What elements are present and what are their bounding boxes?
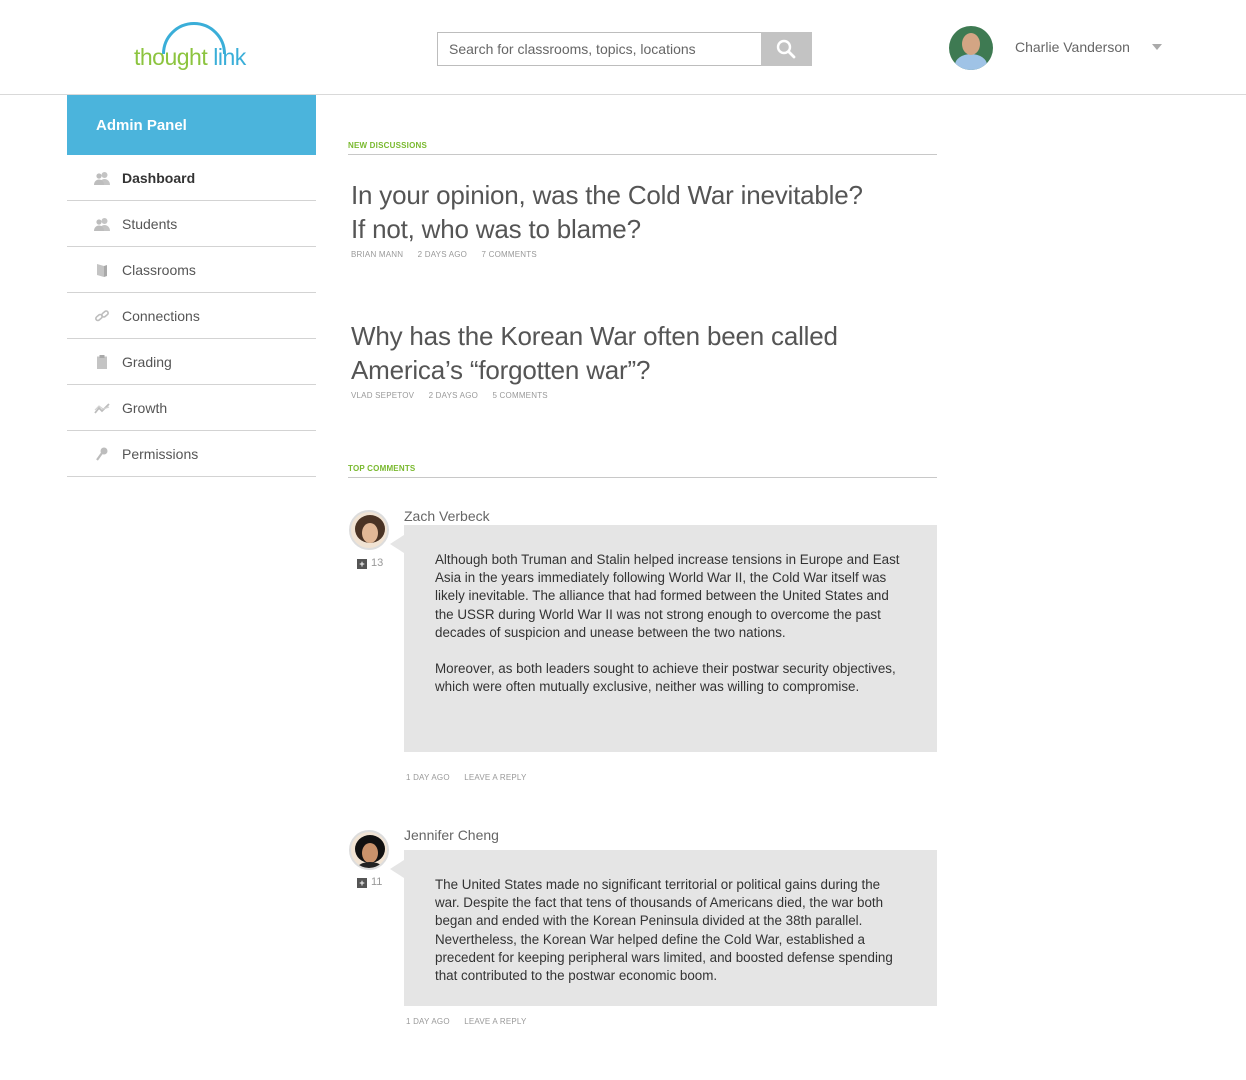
discussion-title[interactable]: In your opinion, was the Cold War inevit… — [351, 178, 931, 246]
search-button[interactable] — [761, 32, 812, 66]
comment-time: 1 DAY AGO — [406, 773, 450, 782]
users-icon — [94, 217, 110, 231]
discussion-meta: VLAD SEPETOV 2 DAYS AGO 5 COMMENTS — [351, 391, 931, 400]
top-header: thoughtlink Charlie Vanderson — [0, 0, 1246, 95]
chevron-down-icon[interactable] — [1152, 44, 1162, 50]
logo-part2: link — [213, 44, 246, 70]
comment-meta: 1 DAY AGO LEAVE A REPLY — [406, 1017, 539, 1026]
leave-reply-link[interactable]: LEAVE A REPLY — [464, 773, 526, 782]
comment-paragraph: The United States made no significant te… — [435, 877, 893, 984]
sidebar-item-label: Connections — [122, 307, 200, 324]
avatar[interactable] — [349, 510, 389, 550]
sidebar-item-connections[interactable]: Connections — [67, 293, 316, 339]
discussion-author[interactable]: VLAD SEPETOV — [351, 391, 414, 400]
sidebar-item-label: Classrooms — [122, 261, 196, 278]
chart-line-icon — [94, 402, 110, 414]
upvote-icon[interactable]: + — [357, 559, 367, 569]
clipboard-icon — [97, 354, 107, 369]
book-icon — [97, 263, 107, 277]
discussion-title[interactable]: Why has the Korean War often been called… — [351, 319, 931, 387]
logo-wordmark: thought link — [134, 44, 246, 71]
search-icon — [776, 39, 796, 59]
comment-body: Although both Truman and Stalin helped i… — [390, 525, 937, 752]
comment-author[interactable]: Zach Verbeck — [404, 508, 490, 524]
sidebar-item-label: Growth — [122, 399, 168, 416]
users-icon — [94, 171, 110, 185]
key-icon — [96, 447, 108, 461]
avatar-face — [962, 33, 980, 55]
avatar[interactable] — [349, 830, 389, 870]
search-bar — [437, 32, 812, 66]
sidebar-title: Admin Panel — [67, 95, 316, 155]
discussion-title-line: Why has the Korean War often been called — [351, 321, 838, 351]
sidebar-item-students[interactable]: Students — [67, 201, 316, 247]
upvote-icon[interactable]: + — [357, 878, 367, 888]
discussion-comment-count[interactable]: 7 COMMENTS — [482, 250, 537, 259]
sidebar-item-label: Permissions — [122, 445, 199, 462]
discussion-time: 2 DAYS AGO — [417, 250, 468, 259]
discussion-author[interactable]: BRIAN MANN — [351, 250, 403, 259]
avatar[interactable] — [949, 26, 993, 70]
top-comments-heading: TOP COMMENTS — [348, 464, 416, 473]
divider — [348, 477, 937, 478]
sidebar-item-label: Students — [122, 215, 178, 232]
new-discussions-heading: NEW DISCUSSIONS — [348, 141, 428, 150]
avatar-face — [362, 523, 378, 543]
divider — [348, 154, 937, 155]
avatar-shirt — [357, 862, 383, 868]
vote-count: +11 — [357, 876, 382, 888]
comment-paragraph: Moreover, as both leaders sought to achi… — [435, 661, 896, 695]
discussion-item[interactable]: In your opinion, was the Cold War inevit… — [351, 178, 931, 259]
vote-count: +13 — [357, 557, 383, 569]
sidebar-item-label: Grading — [122, 353, 172, 370]
discussion-title-line: In your opinion, was the Cold War inevit… — [351, 180, 863, 210]
admin-sidebar: Admin Panel Dashboard Students Classroom… — [67, 95, 316, 477]
sidebar-item-classrooms[interactable]: Classrooms — [67, 247, 316, 293]
vote-count-value: 11 — [371, 876, 383, 888]
comment-meta: 1 DAY AGO LEAVE A REPLY — [406, 773, 539, 782]
discussion-title-line: America’s “forgotten war”? — [351, 355, 651, 385]
logo-part1: thought — [134, 44, 208, 70]
link-icon — [95, 309, 109, 321]
avatar-face — [362, 843, 378, 863]
avatar-shirt — [955, 54, 987, 70]
discussion-time: 2 DAYS AGO — [428, 391, 479, 400]
comment-author[interactable]: Jennifer Cheng — [404, 827, 499, 843]
discussion-title-line: If not, who was to blame? — [351, 214, 641, 244]
discussion-meta: BRIAN MANN 2 DAYS AGO 7 COMMENTS — [351, 250, 931, 259]
comment-paragraph: Although both Truman and Stalin helped i… — [435, 552, 900, 640]
sidebar-item-growth[interactable]: Growth — [67, 385, 316, 431]
sidebar-item-label: Dashboard — [122, 169, 196, 186]
sidebar-item-grading[interactable]: Grading — [67, 339, 316, 385]
comment-time: 1 DAY AGO — [406, 1017, 450, 1026]
sidebar-item-permissions[interactable]: Permissions — [67, 431, 316, 477]
user-name[interactable]: Charlie Vanderson — [1015, 39, 1130, 55]
leave-reply-link[interactable]: LEAVE A REPLY — [464, 1017, 526, 1026]
search-input[interactable] — [437, 32, 761, 66]
thoughtlink-logo[interactable]: thought link — [132, 20, 252, 76]
discussion-comment-count[interactable]: 5 COMMENTS — [492, 391, 547, 400]
vote-count-value: 13 — [371, 557, 384, 569]
comment-body: The United States made no significant te… — [390, 850, 937, 1006]
discussion-item[interactable]: Why has the Korean War often been called… — [351, 319, 931, 400]
sidebar-item-dashboard[interactable]: Dashboard — [67, 155, 316, 201]
